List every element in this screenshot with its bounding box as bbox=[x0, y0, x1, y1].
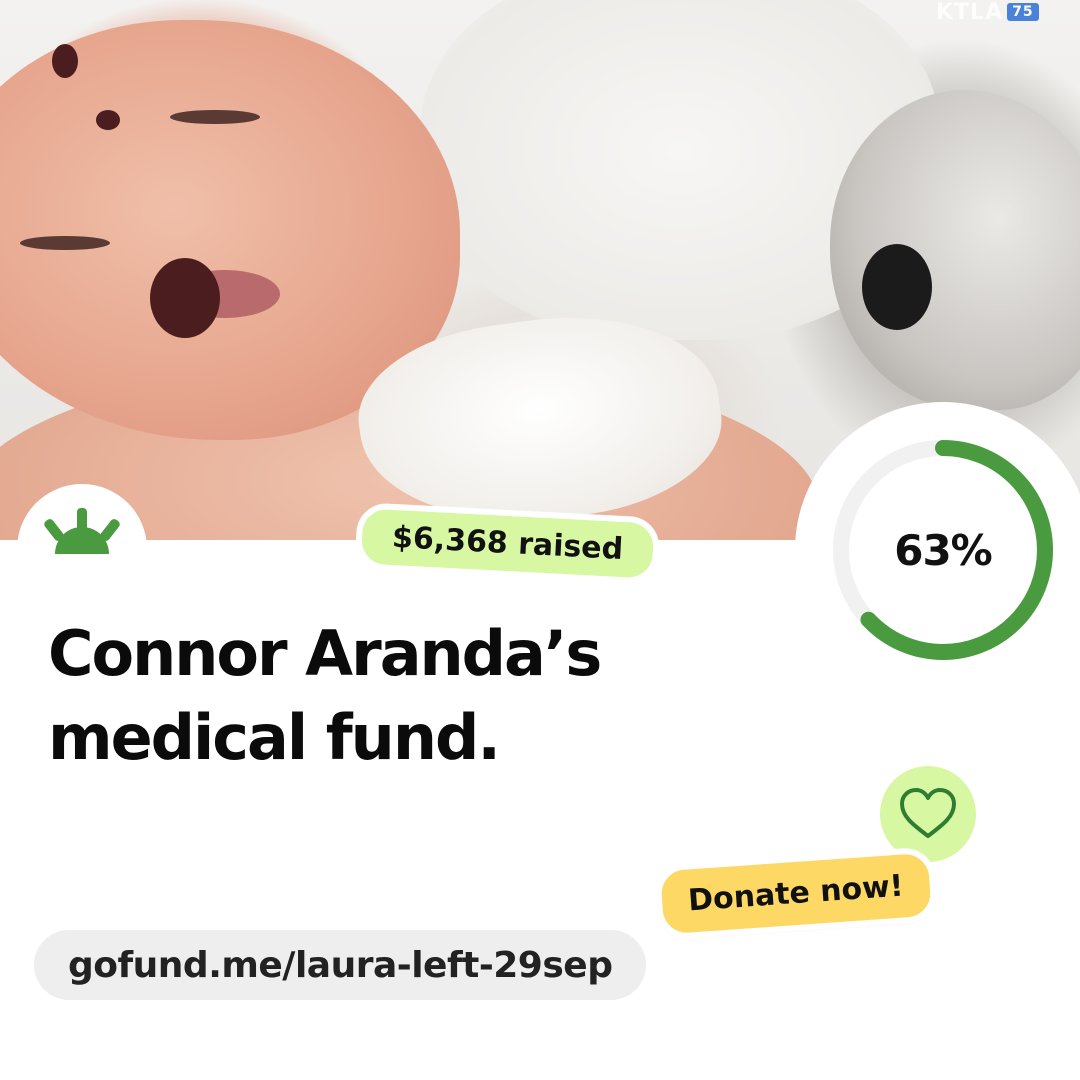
child-eye-left bbox=[20, 236, 110, 250]
teddy-bear bbox=[830, 90, 1080, 410]
heart-badge[interactable] bbox=[880, 766, 976, 862]
campaign-url-link[interactable]: gofund.me/laura-left-29sep bbox=[34, 930, 647, 1000]
child-eye-right bbox=[170, 110, 260, 124]
injury-mark bbox=[96, 110, 120, 130]
teddy-bear-nose bbox=[862, 244, 932, 330]
heart-icon bbox=[900, 788, 956, 838]
injury-mark bbox=[150, 258, 220, 338]
campaign-title: Connor Aranda’s medical fund. bbox=[48, 617, 602, 774]
injury-mark bbox=[52, 44, 78, 78]
progress-percent: 63% bbox=[894, 525, 993, 575]
logo-bump bbox=[17, 484, 147, 614]
watermark-badge: 75 bbox=[1007, 3, 1039, 21]
watermark-text: KTLA bbox=[936, 0, 1004, 25]
gofundme-sunrise-logo-icon bbox=[44, 508, 120, 554]
progress-ring: 63% bbox=[795, 402, 1080, 698]
tv-station-watermark: KTLA 75 bbox=[936, 0, 1046, 25]
